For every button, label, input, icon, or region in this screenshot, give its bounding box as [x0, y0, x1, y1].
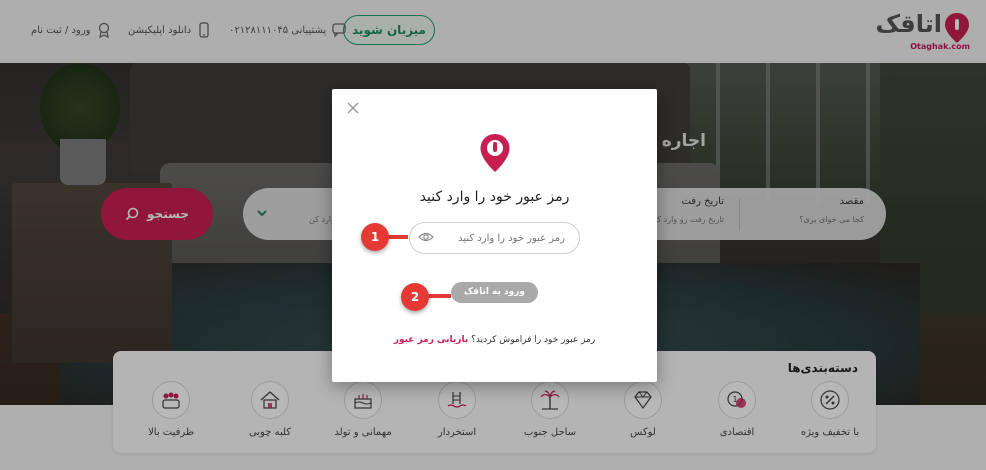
- location-pin-icon: [480, 134, 510, 172]
- password-input[interactable]: [409, 222, 580, 254]
- modal-title: رمز عبور خود را وارد کنید: [419, 189, 570, 205]
- login-button[interactable]: ورود به اتاقک: [451, 282, 538, 303]
- annotation-step-1: 1: [361, 223, 389, 251]
- recover-password-link[interactable]: بازیابی رمز عبور: [394, 335, 468, 345]
- annotation-step-2: 2: [401, 283, 429, 311]
- eye-icon[interactable]: [418, 231, 434, 243]
- annotation-arrow-1: [386, 235, 408, 239]
- close-icon[interactable]: [346, 101, 360, 115]
- forgot-password-text: رمز عبور خود را فراموش کردید؟: [471, 335, 596, 345]
- forgot-password-row: رمز عبور خود را فراموش کردید؟ بازیابی رم…: [332, 335, 657, 345]
